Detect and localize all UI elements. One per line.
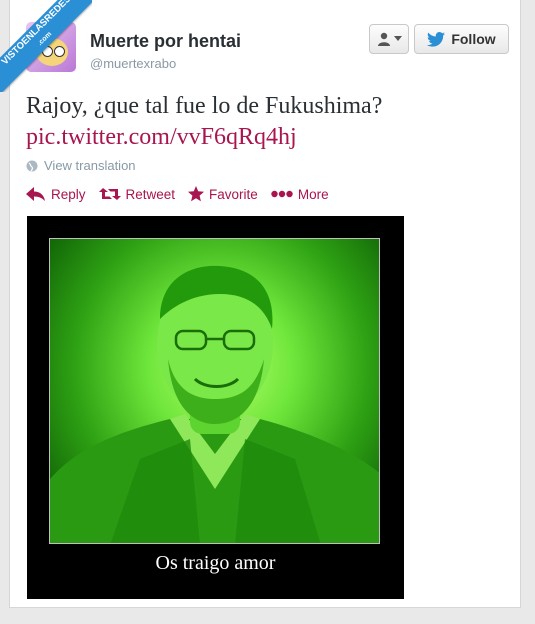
user-display-name[interactable]: Muerte por hentai <box>90 31 241 52</box>
watermark-text: VISTOENLASREDES <box>0 0 74 68</box>
tweet-photo[interactable]: Os traigo amor <box>27 216 404 599</box>
view-translation-label: View translation <box>44 158 136 173</box>
user-handle[interactable]: @muertexrabo <box>90 56 176 71</box>
tweet-media-link[interactable]: pic.twitter.com/vvF6qRq4hj <box>26 122 297 153</box>
photo-caption: Os traigo amor <box>155 552 276 574</box>
retweet-icon <box>98 188 121 200</box>
twitter-bird-icon <box>427 31 446 47</box>
reply-button[interactable]: Reply <box>26 186 86 202</box>
reply-icon <box>26 187 45 201</box>
watermark-band: VISTOENLASREDES .com <box>0 0 92 92</box>
favorite-label: Favorite <box>209 186 258 202</box>
follow-button[interactable]: Follow <box>414 24 509 54</box>
more-label: More <box>297 186 329 202</box>
photo-frame <box>49 238 380 544</box>
watermark-corner: VISTOENLASREDES .com <box>0 0 92 92</box>
chevron-down-icon <box>393 36 402 41</box>
view-translation[interactable]: View translation <box>26 158 136 173</box>
user-icon <box>377 32 390 46</box>
user-actions-button[interactable] <box>369 24 409 54</box>
reply-label: Reply <box>51 186 86 202</box>
star-icon <box>188 186 205 202</box>
more-dots-icon <box>271 190 293 198</box>
tweet-text: Rajoy, ¿que tal fue lo de Fukushima? <box>26 93 383 119</box>
follow-label: Follow <box>451 31 496 47</box>
retweet-label: Retweet <box>125 186 176 202</box>
tweet-actions: Reply Retweet Favorite More <box>26 186 342 202</box>
globe-icon <box>26 160 38 171</box>
retweet-button[interactable]: Retweet <box>98 186 176 202</box>
favorite-button[interactable]: Favorite <box>188 186 258 202</box>
green-portrait-image <box>50 265 379 543</box>
more-button[interactable]: More <box>271 186 329 202</box>
